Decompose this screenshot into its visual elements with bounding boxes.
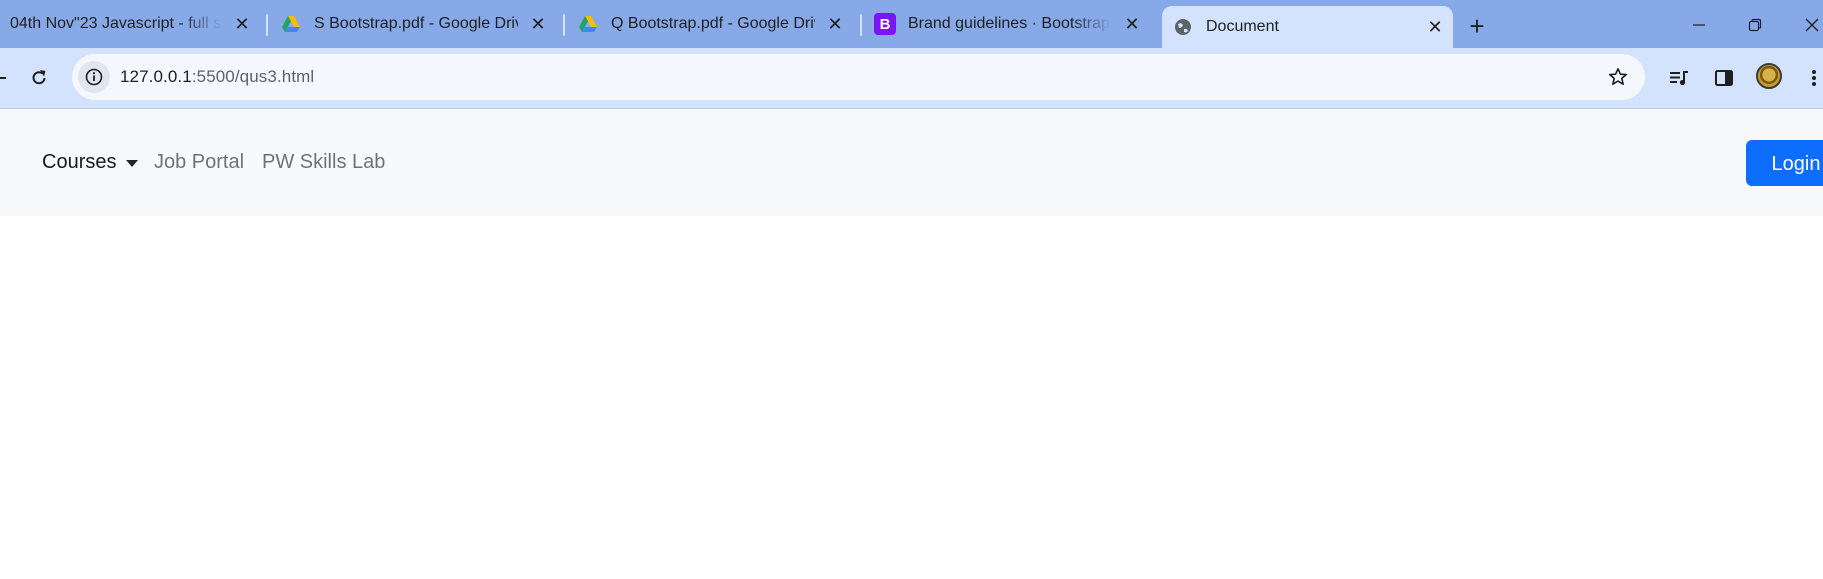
- new-tab-button[interactable]: +: [1463, 11, 1491, 41]
- tab-brand-guidelines[interactable]: B Brand guidelines · Bootstrap v5 ✕: [874, 0, 1144, 48]
- minimize-icon: [1693, 24, 1705, 26]
- browser-toolbar: 127.0.0.1:5500/qus3.html: [0, 48, 1823, 109]
- tab-title: S Bootstrap.pdf - Google Drive: [314, 15, 518, 32]
- bookmark-star-icon[interactable]: [1605, 64, 1631, 90]
- site-info-icon[interactable]: [78, 61, 110, 93]
- globe-icon: [1172, 16, 1194, 38]
- restore-button[interactable]: [1735, 10, 1775, 40]
- back-button[interactable]: [0, 64, 14, 92]
- google-drive-icon: [280, 13, 302, 35]
- reload-button[interactable]: [25, 64, 53, 92]
- url-host: 127.0.0.1: [120, 67, 192, 86]
- close-icon[interactable]: ✕: [230, 12, 254, 36]
- bootstrap-icon: B: [874, 13, 896, 35]
- back-arrow-icon: [0, 77, 6, 79]
- tab-title: Document: [1206, 18, 1279, 35]
- menu-button[interactable]: [1800, 64, 1823, 92]
- google-drive-icon: [577, 13, 599, 35]
- tab-document[interactable]: Document ✕: [1162, 6, 1453, 48]
- site-navbar: Courses Job Portal PW Skills Lab Login: [0, 109, 1823, 216]
- close-icon[interactable]: ✕: [526, 12, 550, 36]
- reload-icon: [32, 70, 46, 85]
- caret-down-icon: [126, 159, 139, 167]
- nav-job-portal[interactable]: Job Portal: [154, 150, 244, 174]
- tab-title: 04th Nov"23 Javascript - full sta: [10, 15, 222, 32]
- close-icon[interactable]: ✕: [1120, 12, 1144, 36]
- close-icon[interactable]: ✕: [823, 12, 847, 36]
- profile-avatar[interactable]: [1756, 63, 1782, 89]
- nav-pw-skills-lab[interactable]: PW Skills Lab: [262, 150, 385, 174]
- close-icon[interactable]: ✕: [1423, 15, 1447, 39]
- tab-separator: [860, 14, 862, 36]
- more-vertical-icon: [1812, 70, 1816, 86]
- close-window-button[interactable]: [1792, 10, 1823, 40]
- tab-title: Q Bootstrap.pdf - Google Drive: [611, 15, 815, 32]
- url-text[interactable]: 127.0.0.1:5500/qus3.html: [120, 67, 314, 87]
- side-panel-icon: [1715, 70, 1733, 86]
- close-window-icon: [1805, 18, 1819, 32]
- media-controls-button[interactable]: [1665, 64, 1693, 92]
- nav-courses-label: Courses: [42, 151, 117, 173]
- tab-s-bootstrap-pdf[interactable]: S Bootstrap.pdf - Google Drive ✕: [280, 0, 550, 48]
- tab-separator: [266, 14, 268, 36]
- side-panel-button[interactable]: [1710, 64, 1738, 92]
- minimize-button[interactable]: [1679, 10, 1719, 40]
- restore-icon: [1748, 18, 1762, 32]
- nav-courses-dropdown[interactable]: Courses: [42, 150, 139, 174]
- login-button[interactable]: Login: [1746, 140, 1823, 186]
- tab-separator: [563, 14, 565, 36]
- tab-q-bootstrap-pdf[interactable]: Q Bootstrap.pdf - Google Drive ✕: [577, 0, 847, 48]
- tab-title: Brand guidelines · Bootstrap v5: [908, 15, 1112, 32]
- browser-tab-strip: 04th Nov"23 Javascript - full sta ✕ S Bo…: [0, 0, 1823, 48]
- url-path: :5500/qus3.html: [191, 67, 315, 86]
- playlist-icon: [1670, 71, 1688, 86]
- address-bar[interactable]: 127.0.0.1:5500/qus3.html: [72, 54, 1645, 100]
- tab-javascript[interactable]: 04th Nov"23 Javascript - full sta ✕: [0, 0, 254, 48]
